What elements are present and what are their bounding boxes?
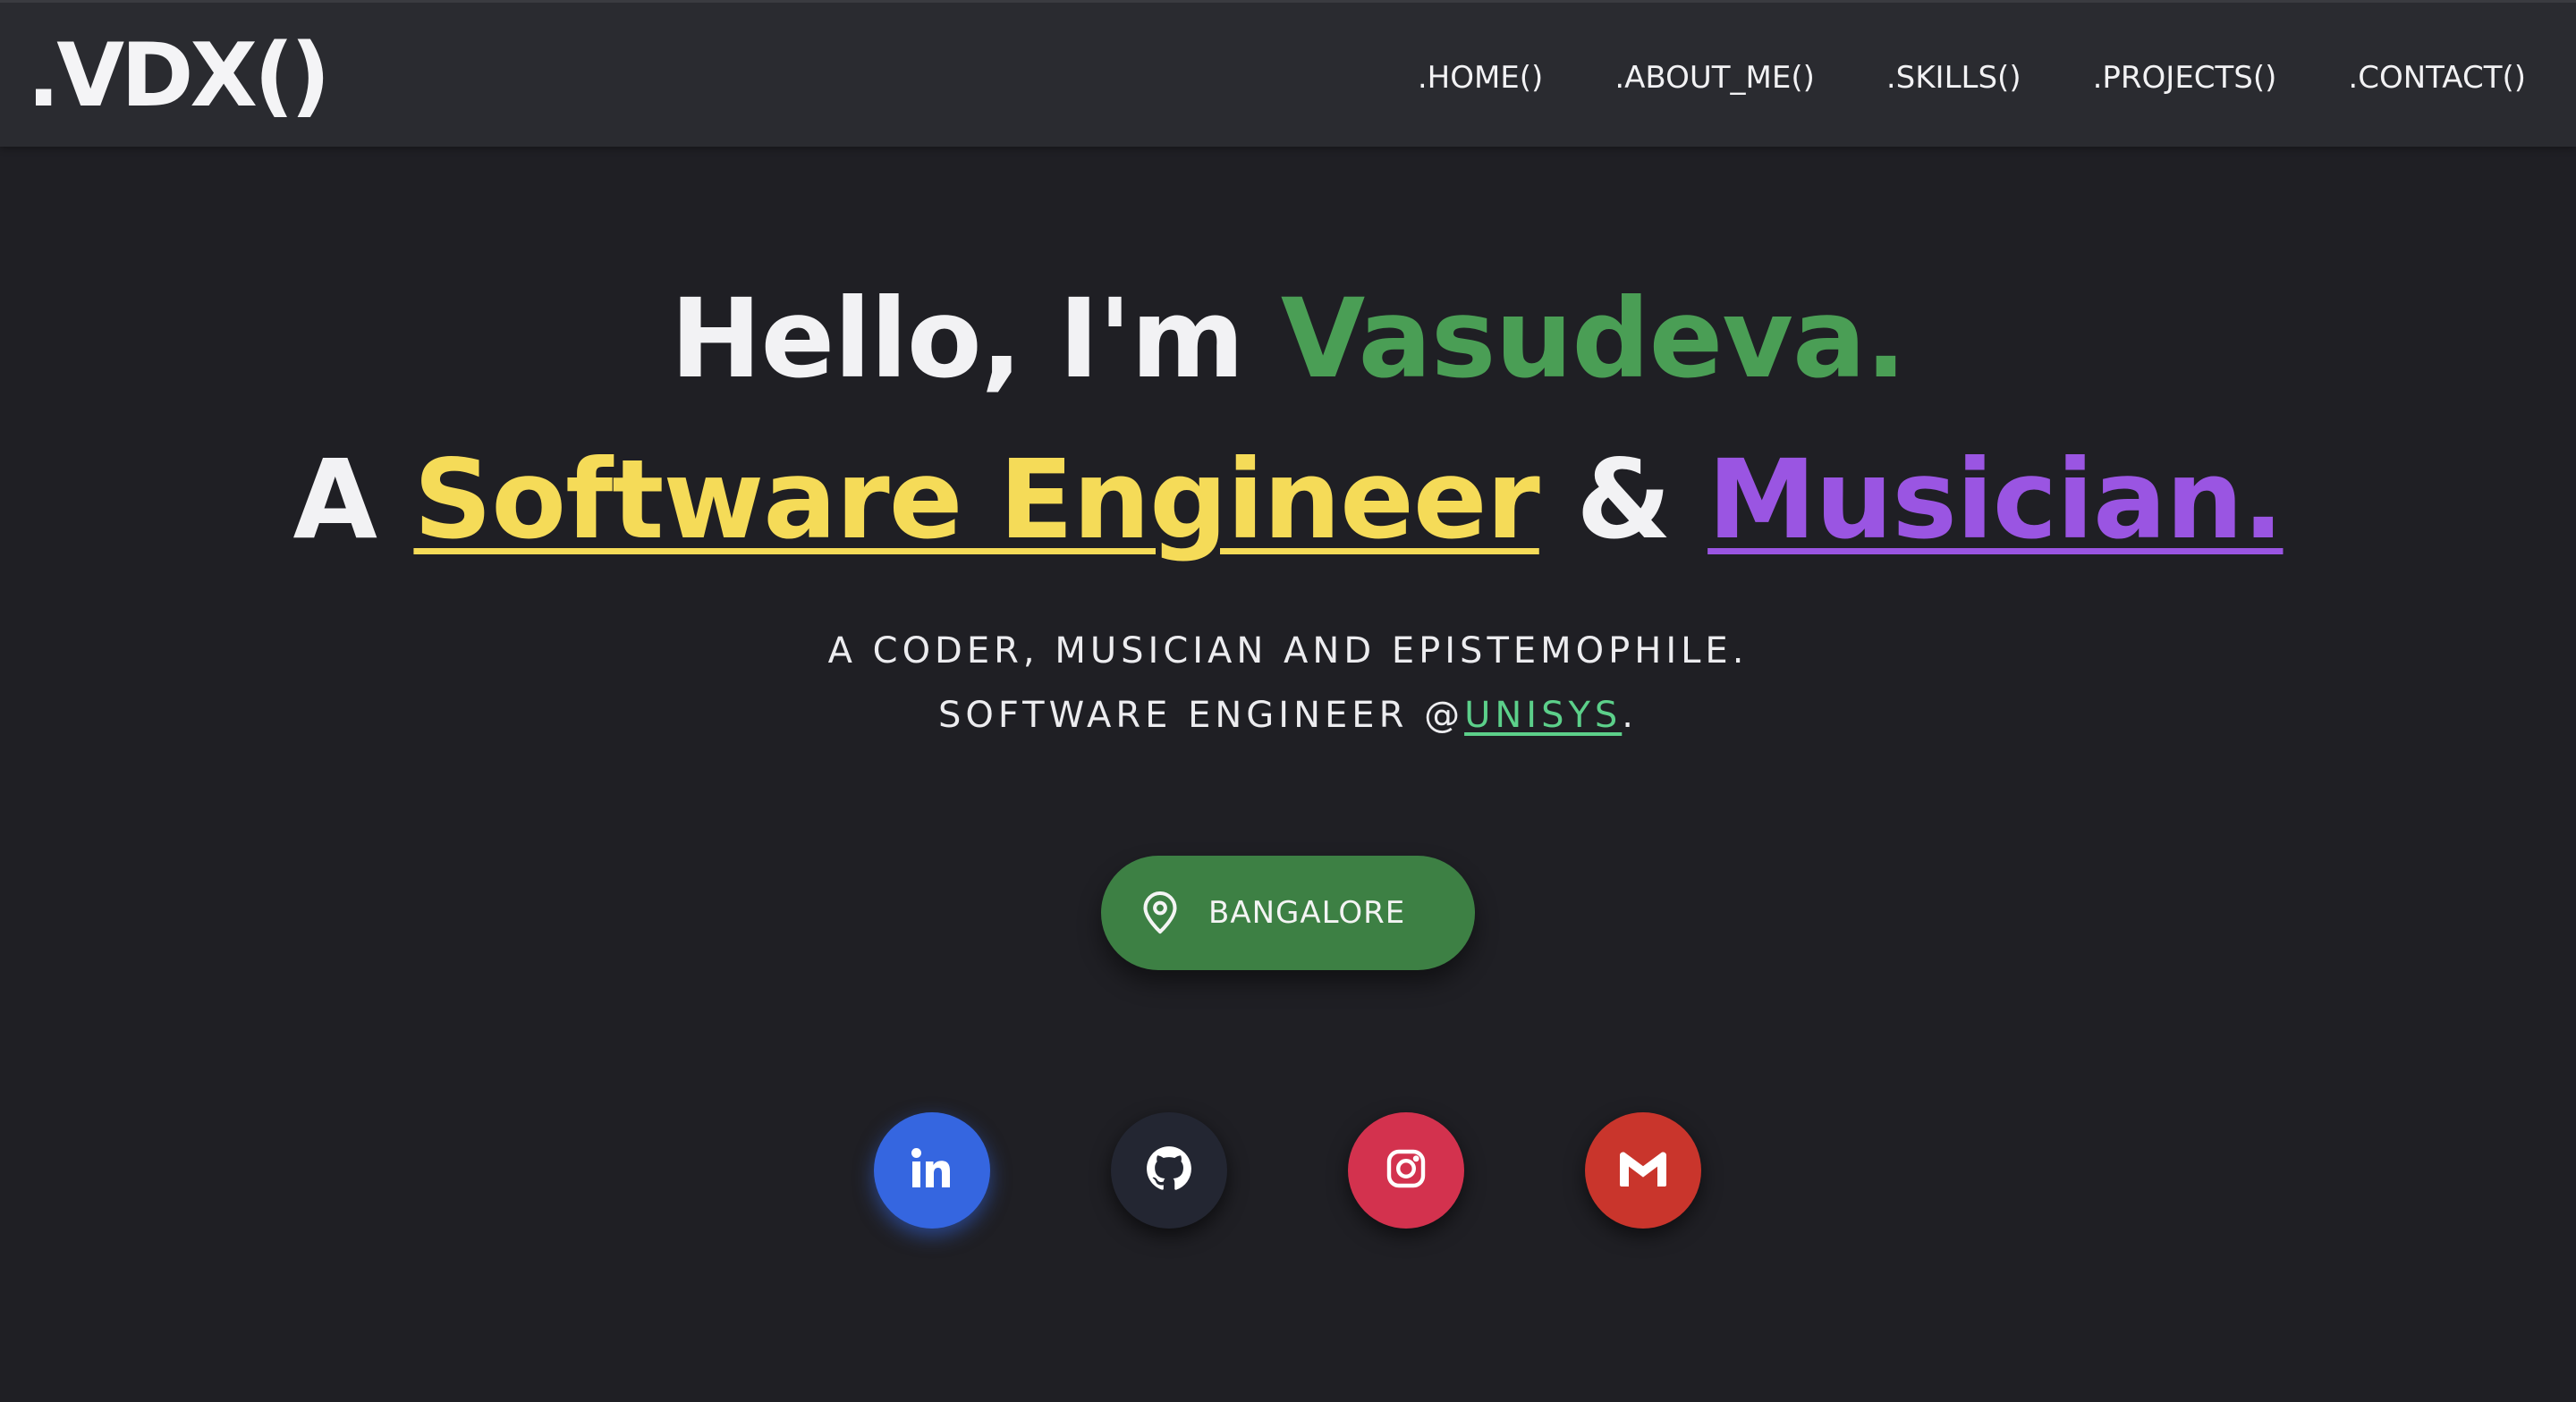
nav-contact-link[interactable]: .CONTACT()	[2348, 55, 2526, 101]
gmail-icon	[1618, 1149, 1668, 1192]
nav-home-link[interactable]: .HOME()	[1418, 55, 1543, 101]
instagram-icon	[1385, 1147, 1428, 1194]
greeting-prefix: Hello, I'm	[670, 275, 1281, 402]
nav-about-me-link[interactable]: .ABOUT_ME()	[1614, 55, 1815, 101]
hero-section: Hello, I'm Vasudeva. A Software Engineer…	[0, 147, 2576, 1402]
linkedin-icon	[909, 1145, 955, 1195]
role-prefix: A	[292, 436, 414, 563]
role-musician: Musician.	[1707, 436, 2284, 563]
tagline-description: A CODER, MUSICIAN AND EPISTEMOPHILE.	[827, 630, 1749, 671]
linkedin-button[interactable]	[874, 1112, 990, 1229]
github-button[interactable]	[1111, 1112, 1227, 1229]
nav-links: .HOME() .ABOUT_ME() .SKILLS() .PROJECTS(…	[1418, 55, 2526, 101]
navbar: .VDX() .HOME() .ABOUT_ME() .SKILLS() .PR…	[0, 0, 2576, 147]
hero-roles: A Software Engineer & Musician.	[0, 433, 2576, 567]
nav-skills-link[interactable]: .SKILLS()	[1886, 55, 2021, 101]
tagline-employment: SOFTWARE ENGINEER @UNISYS.	[0, 688, 2576, 742]
site-logo[interactable]: .VDX()	[27, 26, 331, 126]
role-joiner: &	[1538, 436, 1708, 563]
unisys-link[interactable]: UNISYS	[1464, 695, 1622, 736]
github-icon	[1146, 1145, 1192, 1195]
map-pin-icon	[1143, 891, 1177, 934]
employment-suffix: .	[1622, 695, 1639, 736]
hero-name: Vasudeva.	[1280, 275, 1907, 402]
social-links	[0, 1112, 2576, 1237]
employment-prefix: SOFTWARE ENGINEER @	[937, 695, 1465, 736]
location-button[interactable]: BANGALORE	[1101, 856, 1475, 970]
role-software-engineer: Software Engineer	[413, 436, 1539, 563]
nav-projects-link[interactable]: .PROJECTS()	[2093, 55, 2277, 101]
gmail-button[interactable]	[1585, 1112, 1701, 1229]
location-label: BANGALORE	[1208, 895, 1406, 931]
hero-greeting: Hello, I'm Vasudeva.	[0, 272, 2576, 406]
instagram-button[interactable]	[1348, 1112, 1464, 1229]
